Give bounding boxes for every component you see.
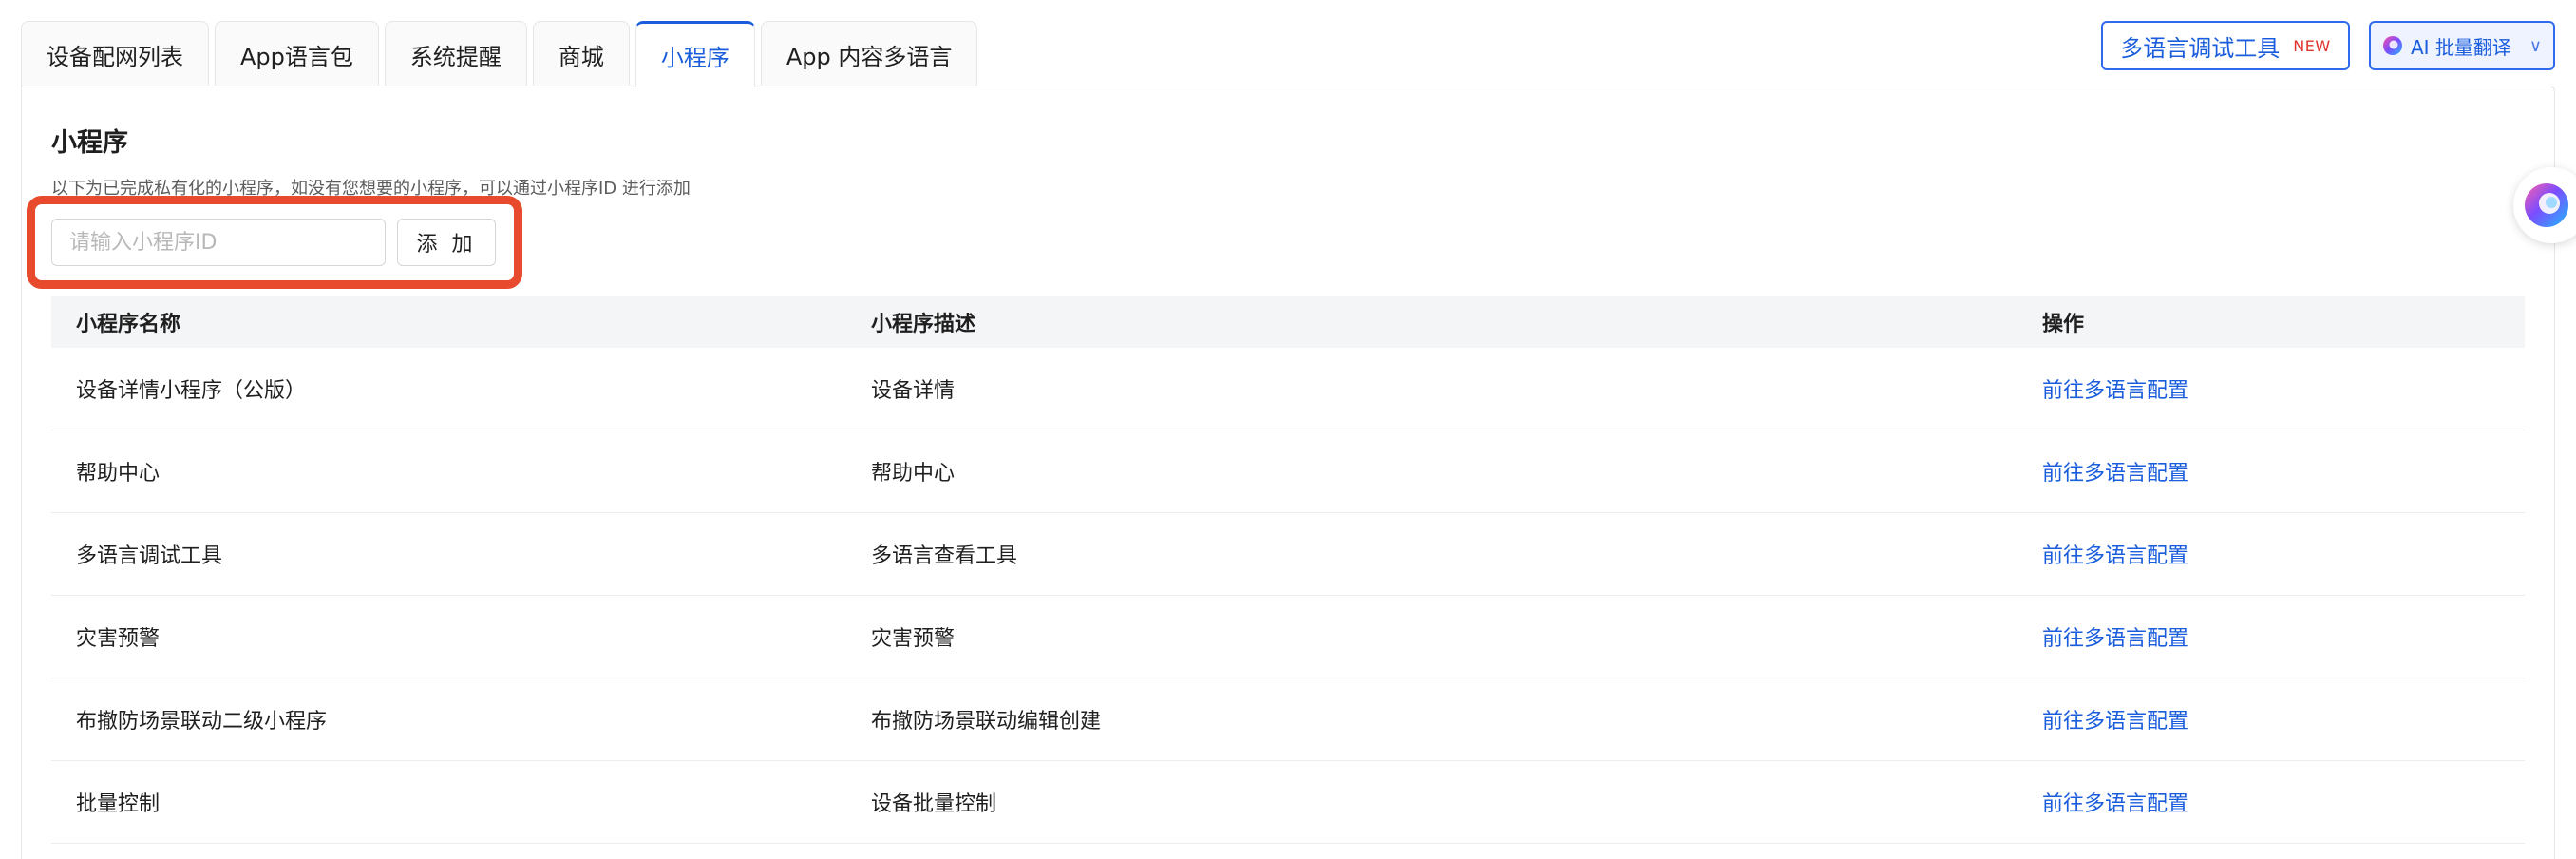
assistant-sphere-icon [2525, 183, 2568, 227]
table-row: 灾害预警 灾害预警 前往多语言配置 [51, 596, 2525, 678]
tab-mini-program[interactable]: 小程序 [635, 21, 755, 89]
multilang-config-link[interactable]: 前往多语言配置 [2042, 787, 2188, 817]
tab-label: 系统提醒 [409, 44, 502, 70]
row-description: 设备详情 [871, 379, 956, 403]
tab-system-reminder[interactable]: 系统提醒 [384, 21, 527, 87]
row-name: 多语言调试工具 [76, 544, 223, 568]
tab-label: 商城 [558, 44, 604, 70]
row-name: 帮助中心 [76, 462, 161, 486]
tab-device-network[interactable]: 设备配网列表 [21, 21, 209, 87]
table-header: 小程序名称 小程序描述 操作 [51, 296, 2525, 348]
debug-tool-label: 多语言调试工具 [2120, 34, 2281, 62]
table-row: 批量控制 设备批量控制 前往多语言配置 [51, 761, 2525, 844]
multilang-config-link[interactable]: 前往多语言配置 [2042, 621, 2188, 652]
column-header-name: 小程序名称 [76, 313, 181, 336]
table-row: 多语言调试工具 多语言查看工具 前往多语言配置 [51, 513, 2525, 596]
tab-bar: 设备配网列表 App语言包 系统提醒 商城 小程序 App 内容多语言 [21, 21, 978, 89]
ai-translate-label: AI 批量翻译 [2411, 35, 2511, 59]
row-name: 批量控制 [76, 792, 161, 816]
row-name: 设备详情小程序（公版） [76, 379, 307, 403]
multilang-config-link[interactable]: 前往多语言配置 [2042, 373, 2188, 404]
row-description: 布撤防场景联动编辑创建 [871, 710, 1102, 734]
row-description: 设备批量控制 [871, 792, 997, 816]
section-description: 以下为已完成私有化的小程序，如没有您想要的小程序，可以通过小程序ID 进行添加 [51, 179, 691, 199]
column-header-action: 操作 [2042, 313, 2085, 336]
multilang-config-link[interactable]: 前往多语言配置 [2042, 539, 2188, 569]
row-description: 帮助中心 [871, 462, 956, 486]
ai-sphere-icon [2383, 36, 2402, 55]
table-row: 布撤防场景联动二级小程序 布撤防场景联动编辑创建 前往多语言配置 [51, 678, 2525, 761]
table-row: 设备详情小程序（公版） 设备详情 前往多语言配置 [51, 348, 2525, 430]
ai-batch-translate-button[interactable]: AI 批量翻译 ∨ [2369, 21, 2555, 70]
multilang-config-link[interactable]: 前往多语言配置 [2042, 704, 2188, 735]
tab-app-content-multilang[interactable]: App 内容多语言 [760, 21, 978, 87]
row-description: 灾害预警 [871, 627, 956, 651]
tab-label: 设备配网列表 [47, 44, 183, 70]
row-description: 多语言查看工具 [871, 544, 1018, 568]
mini-program-id-input[interactable] [51, 219, 386, 266]
multilang-debug-tool-button[interactable]: 多语言调试工具 NEW [2101, 21, 2350, 70]
table-row: 帮助中心 帮助中心 前往多语言配置 [51, 430, 2525, 513]
add-button[interactable]: 添 加 [397, 219, 496, 266]
mini-program-table: 小程序名称 小程序描述 操作 设备详情小程序（公版） 设备详情 前往多语言配置 … [51, 296, 2525, 844]
tab-label: 小程序 [660, 45, 729, 71]
page-root: 设备配网列表 App语言包 系统提醒 商城 小程序 App 内容多语言 多语言调… [0, 0, 2576, 859]
column-header-description: 小程序描述 [871, 313, 976, 336]
tab-app-language-pack[interactable]: App语言包 [215, 21, 379, 87]
row-name: 布撤防场景联动二级小程序 [76, 710, 328, 734]
tab-mall[interactable]: 商城 [532, 21, 630, 87]
chevron-down-icon: ∨ [2529, 35, 2542, 56]
tab-label: App 内容多语言 [786, 44, 953, 70]
new-badge: NEW [2293, 36, 2331, 55]
row-name: 灾害预警 [76, 627, 161, 651]
tab-label: App语言包 [240, 44, 353, 70]
multilang-config-link[interactable]: 前往多语言配置 [2042, 456, 2188, 487]
section-title: 小程序 [51, 128, 128, 158]
